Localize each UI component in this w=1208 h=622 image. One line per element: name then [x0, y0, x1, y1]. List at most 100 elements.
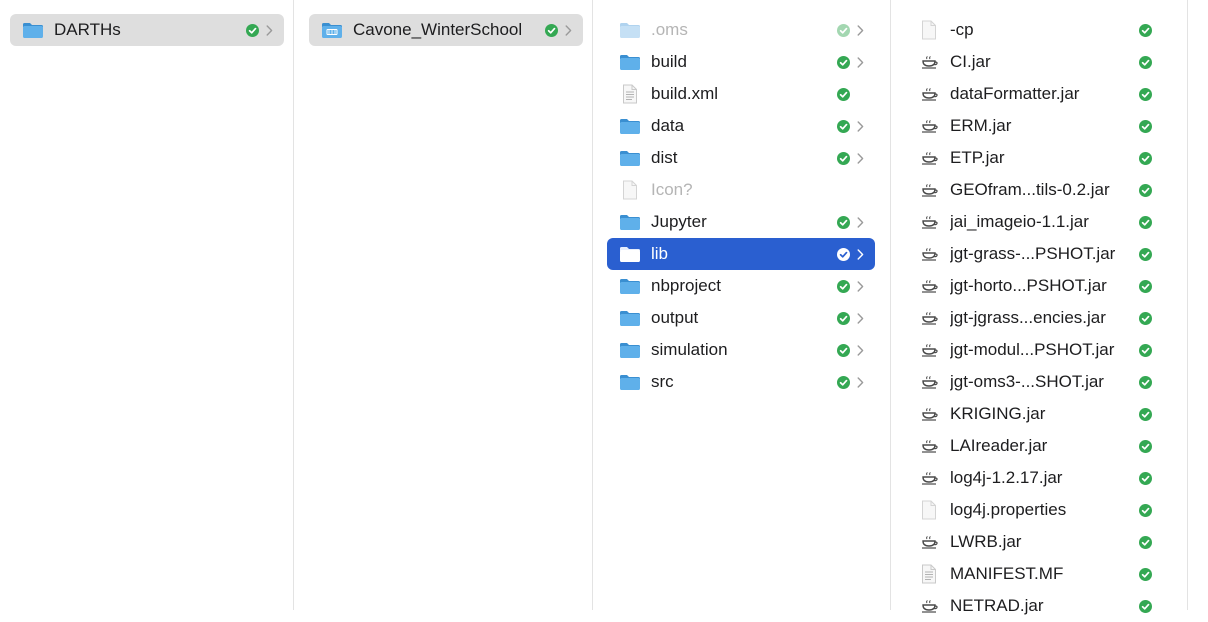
- sync-status-check-icon: [1138, 471, 1152, 485]
- finder-item-data[interactable]: data: [607, 110, 875, 142]
- item-label: jgt-grass-...PSHOT.jar: [950, 244, 1116, 263]
- column-divider[interactable]: [592, 0, 593, 610]
- finder-item-cp[interactable]: -cp: [906, 14, 1160, 46]
- finder-item-geofram-tils-0-2-jar[interactable]: GEOfram...tils-0.2.jar: [906, 174, 1160, 206]
- finder-item-src[interactable]: src: [607, 366, 875, 398]
- column-darths[interactable]: Cavone_WinterSchool: [301, 0, 591, 610]
- item-label: LAIreader.jar: [950, 436, 1048, 455]
- finder-item-build[interactable]: build: [607, 46, 875, 78]
- finder-item-laireader-jar[interactable]: LAIreader.jar: [906, 430, 1160, 462]
- finder-item-icon[interactable]: Icon?: [607, 174, 875, 206]
- column-divider[interactable]: [1187, 0, 1188, 610]
- sync-status-check-icon: [1138, 151, 1152, 165]
- sync-status-check-icon: [836, 279, 850, 293]
- folder-icon: [619, 371, 641, 393]
- folder-icon: [22, 19, 44, 41]
- jar-icon: [918, 531, 940, 553]
- item-label: .oms: [651, 20, 688, 39]
- folder-icon: [619, 307, 641, 329]
- finder-item-lib[interactable]: lib: [607, 238, 875, 270]
- finder-item-manifest-mf[interactable]: MANIFEST.MF: [906, 558, 1160, 590]
- jar-icon: [918, 275, 940, 297]
- finder-item-cavone-winterschool[interactable]: Cavone_WinterSchool: [309, 14, 583, 46]
- column-lib[interactable]: -cp CI.jar dataFormatter.jar ERM.jar ETP…: [898, 0, 1168, 615]
- sync-status-check-icon: [1138, 87, 1152, 101]
- finder-item-jgt-jgrass-encies-jar[interactable]: jgt-jgrass...encies.jar: [906, 302, 1160, 334]
- sync-status-check-icon: [836, 247, 850, 261]
- item-label: simulation: [651, 340, 728, 359]
- finder-item-log4j-properties[interactable]: log4j.properties: [906, 494, 1160, 526]
- jar-icon: [918, 435, 940, 457]
- finder-item-jgt-modul-pshot-jar[interactable]: jgt-modul...PSHOT.jar: [906, 334, 1160, 366]
- finder-item-etp-jar[interactable]: ETP.jar: [906, 142, 1160, 174]
- item-label: dist: [651, 148, 678, 167]
- column-divider[interactable]: [890, 0, 891, 610]
- blank-file-icon: [619, 179, 641, 201]
- sync-status-check-icon: [1138, 55, 1152, 69]
- jar-icon: [918, 147, 940, 169]
- folder-icon: [619, 115, 641, 137]
- sync-status-check-icon: [1138, 439, 1152, 453]
- jar-icon: [918, 243, 940, 265]
- column-divider[interactable]: [293, 0, 294, 610]
- finder-item-jgt-horto-pshot-jar[interactable]: jgt-horto...PSHOT.jar: [906, 270, 1160, 302]
- finder-item-oms[interactable]: .oms: [607, 14, 875, 46]
- jar-icon: [918, 371, 940, 393]
- chevron-right-icon: [853, 376, 867, 388]
- item-label: DARTHs: [54, 20, 121, 39]
- sync-status-check-icon: [836, 375, 850, 389]
- finder-item-erm-jar[interactable]: ERM.jar: [906, 110, 1160, 142]
- finder-item-ci-jar[interactable]: CI.jar: [906, 46, 1160, 78]
- item-label: lib: [651, 244, 669, 263]
- chevron-right-icon: [561, 24, 575, 36]
- jar-icon: [918, 595, 940, 617]
- finder-item-jgt-grass-pshot-jar[interactable]: jgt-grass-...PSHOT.jar: [906, 238, 1160, 270]
- item-label: LWRB.jar: [950, 532, 1022, 551]
- column-darths-parent[interactable]: DARTHs: [2, 0, 292, 610]
- chevron-right-icon: [262, 24, 276, 36]
- item-label: jgt-jgrass...encies.jar: [950, 308, 1106, 327]
- finder-item-jupyter[interactable]: Jupyter: [607, 206, 875, 238]
- finder-item-simulation[interactable]: simulation: [607, 334, 875, 366]
- jar-icon: [918, 339, 940, 361]
- sync-status-check-icon: [836, 311, 850, 325]
- sync-status-check-icon: [1138, 215, 1152, 229]
- column-cavone-winterschool[interactable]: .oms build build.xml data dist Icon? Jup…: [599, 0, 883, 610]
- finder-item-nbproject[interactable]: nbproject: [607, 270, 875, 302]
- chevron-right-icon: [853, 120, 867, 132]
- finder-item-build-xml[interactable]: build.xml: [607, 78, 875, 110]
- folder-icon: [619, 211, 641, 233]
- sync-status-check-icon: [1138, 119, 1152, 133]
- item-label: jgt-modul...PSHOT.jar: [950, 340, 1115, 359]
- chevron-right-icon: [853, 312, 867, 324]
- sync-status-check-icon: [1138, 183, 1152, 197]
- finder-item-dist[interactable]: dist: [607, 142, 875, 174]
- blank-file-icon: [918, 499, 940, 521]
- finder-item-kriging-jar[interactable]: KRIGING.jar: [906, 398, 1160, 430]
- jar-icon: [918, 403, 940, 425]
- sync-status-check-icon: [836, 343, 850, 357]
- item-label: KRIGING.jar: [950, 404, 1046, 423]
- item-label: log4j.properties: [950, 500, 1067, 519]
- finder-item-output[interactable]: output: [607, 302, 875, 334]
- sync-status-check-icon: [1138, 535, 1152, 549]
- item-label: Jupyter: [651, 212, 707, 231]
- finder-item-lwrb-jar[interactable]: LWRB.jar: [906, 526, 1160, 558]
- text-file-icon: [619, 83, 641, 105]
- finder-item-jai-imageio-1-1-jar[interactable]: jai_imageio-1.1.jar: [906, 206, 1160, 238]
- text-file-icon: [918, 563, 940, 585]
- finder-item-jgt-oms3-shot-jar[interactable]: jgt-oms3-...SHOT.jar: [906, 366, 1160, 398]
- jar-icon: [918, 83, 940, 105]
- item-label: jai_imageio-1.1.jar: [950, 212, 1089, 231]
- finder-item-darths[interactable]: DARTHs: [10, 14, 284, 46]
- finder-item-log4j-1-2-17-jar[interactable]: log4j-1.2.17.jar: [906, 462, 1160, 494]
- sync-status-check-icon: [1138, 343, 1152, 357]
- jar-icon: [918, 467, 940, 489]
- blank-file-icon: [918, 19, 940, 41]
- finder-item-dataformatter-jar[interactable]: dataFormatter.jar: [906, 78, 1160, 110]
- item-label: Icon?: [651, 180, 693, 199]
- sync-status-check-icon: [836, 215, 850, 229]
- finder-item-netrad-jar[interactable]: NETRAD.jar: [906, 590, 1160, 622]
- sync-status-check-icon: [836, 119, 850, 133]
- sync-status-check-icon: [836, 87, 850, 101]
